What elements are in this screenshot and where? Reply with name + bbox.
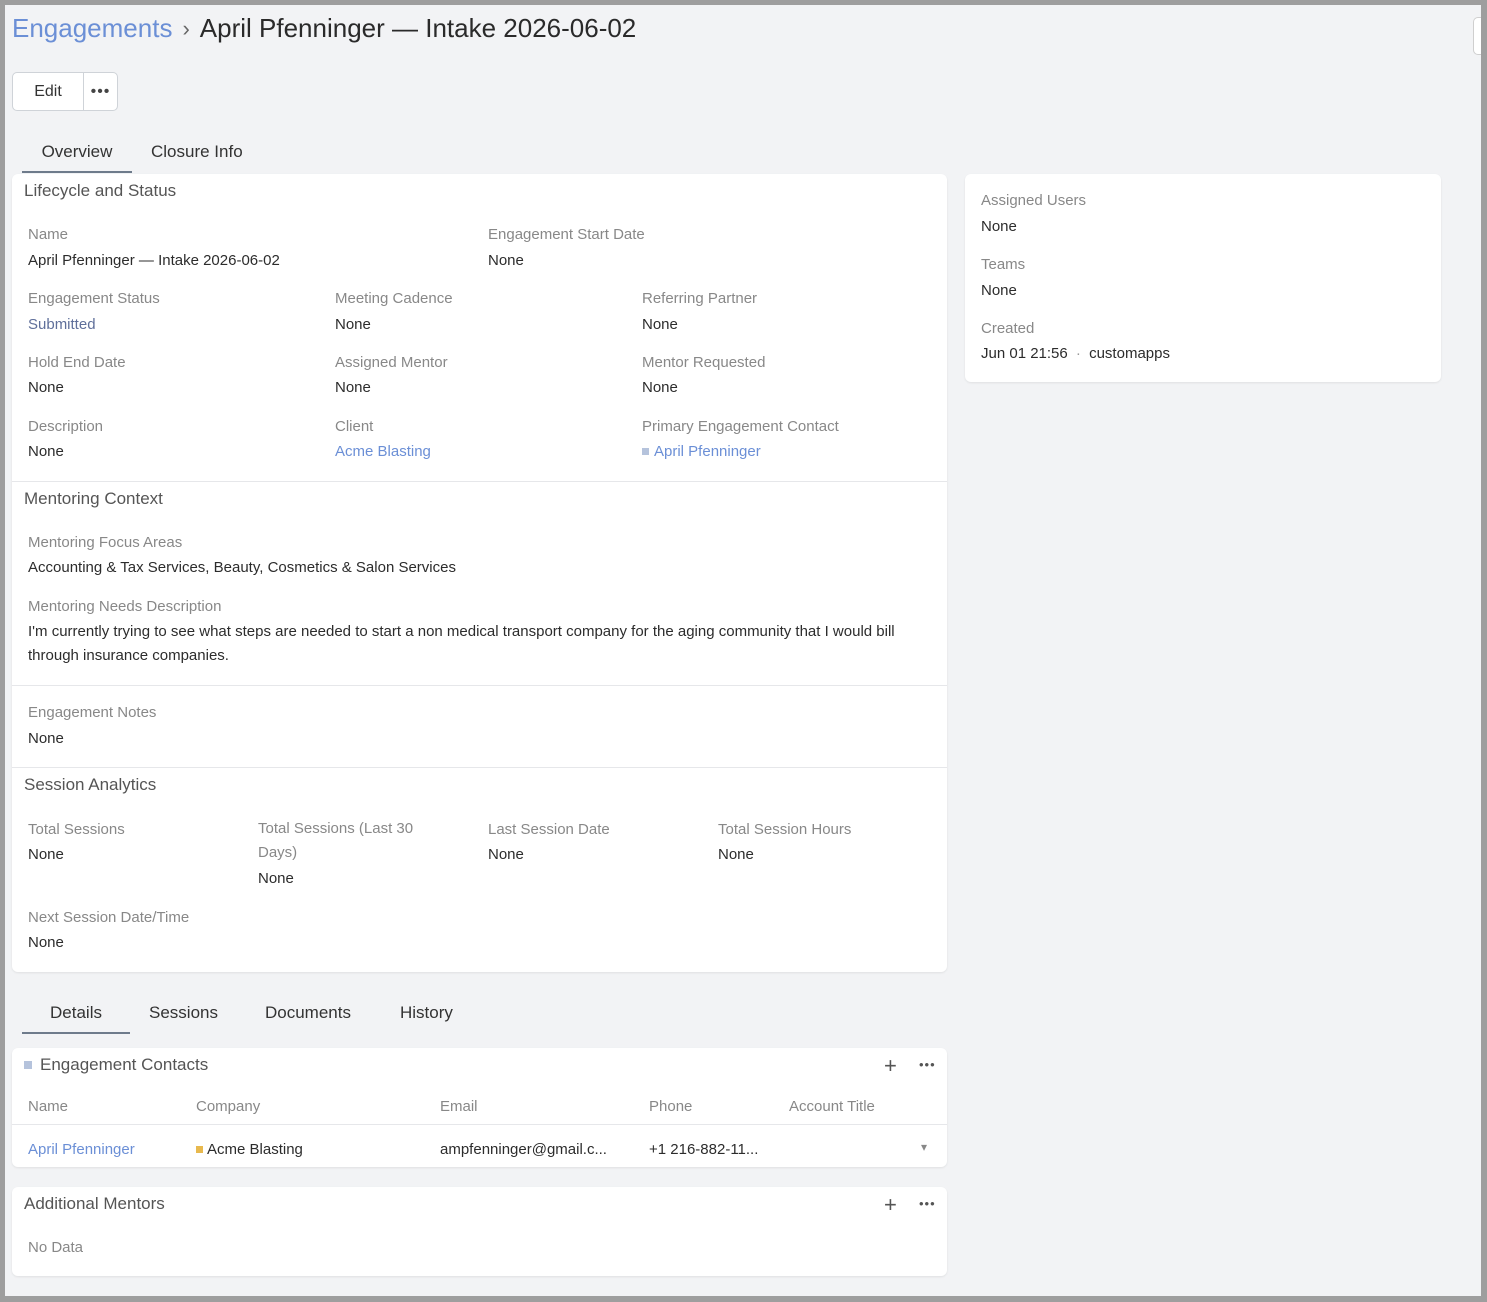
column-header-name[interactable]: Name [28, 1098, 68, 1115]
tab-overview[interactable]: Overview [22, 131, 132, 173]
referring-partner-label: Referring Partner [642, 290, 758, 307]
tab-details[interactable]: Details [22, 992, 130, 1034]
sessions-last-30-value: None [258, 870, 294, 887]
tab-history[interactable]: History [391, 992, 453, 1034]
page-title: April Pfenninger — Intake 2026-06-02 [199, 13, 637, 43]
teams-label: Teams [981, 256, 1026, 273]
ellipsis-icon: ••• [90, 82, 111, 100]
column-header-email[interactable]: Email [440, 1098, 478, 1115]
chevron-right-icon: › [182, 15, 190, 41]
tab-closure-info[interactable]: Closure Info [132, 131, 243, 173]
cadence-label: Meeting Cadence [335, 290, 453, 307]
breadcrumb-engagements-link[interactable]: Engagements [12, 13, 172, 44]
focus-areas-value: Accounting & Tax Services, Beauty, Cosme… [28, 559, 456, 576]
edit-button[interactable]: Edit [13, 73, 84, 110]
column-header-company[interactable]: Company [196, 1098, 260, 1115]
contact-company[interactable]: Acme Blasting [196, 1141, 303, 1158]
no-data-text: No Data [28, 1239, 84, 1256]
overview-card: Lifecycle and Status Name April Pfenning… [12, 174, 947, 972]
created-date: Jun 01 21:56 [981, 345, 1068, 362]
cadence-value: None [335, 316, 371, 333]
additional-mentors-panel: Additional Mentors + ••• No Data [12, 1187, 947, 1276]
primary-contact-label: Primary Engagement Contact [642, 418, 839, 435]
engagement-notes-label: Engagement Notes [28, 704, 157, 721]
breadcrumb: Engagements › April Pfenninger — Intake … [12, 13, 636, 44]
hold-end-date-value: None [28, 379, 64, 396]
sessions-last-30-label: Total Sessions (Last 30 Days) [258, 820, 414, 861]
divider [12, 1124, 947, 1125]
mentors-panel-title: Additional Mentors [24, 1194, 165, 1213]
contact-square-icon [642, 447, 649, 455]
created-by-user[interactable]: customapps [1089, 345, 1170, 362]
contacts-panel-title: Engagement Contacts [24, 1055, 208, 1075]
more-actions-button[interactable]: ••• [84, 73, 117, 110]
divider [12, 481, 947, 482]
next-session-value: None [28, 934, 64, 951]
action-button-group: Edit ••• [12, 72, 118, 111]
section-title-mentoring: Mentoring Context [24, 489, 163, 508]
assigned-mentor-label: Assigned Mentor [335, 354, 448, 371]
status-label: Engagement Status [28, 290, 160, 307]
assigned-users-value: None [981, 218, 1017, 235]
referring-partner-value: None [642, 316, 678, 333]
contact-name-link[interactable]: April Pfenninger [28, 1141, 135, 1158]
contact-company-name: Acme Blasting [207, 1141, 303, 1158]
mentors-more-icon[interactable]: ••• [919, 1196, 936, 1211]
description-value: None [28, 443, 64, 460]
focus-areas-label: Mentoring Focus Areas [28, 534, 183, 551]
column-header-phone[interactable]: Phone [649, 1098, 692, 1115]
section-title-lifecycle: Lifecycle and Status [24, 181, 177, 200]
engagement-contacts-panel: Engagement Contacts + ••• Name Company E… [12, 1048, 947, 1167]
contacts-more-icon[interactable]: ••• [919, 1057, 936, 1072]
assigned-mentor-value: None [335, 379, 371, 396]
client-link[interactable]: Acme Blasting [335, 443, 431, 460]
divider [12, 685, 947, 686]
contact-email: ampfenninger@gmail.c... [440, 1141, 607, 1158]
next-session-label: Next Session Date/Time [28, 909, 190, 926]
primary-contact-name: April Pfenninger [654, 443, 761, 460]
dot-separator: · [1075, 345, 1081, 362]
contacts-title-text: Engagement Contacts [40, 1055, 209, 1074]
needs-description-label: Mentoring Needs Description [28, 598, 222, 615]
record-meta-card: Assigned Users None Teams None Created J… [965, 174, 1441, 382]
description-label: Description [28, 418, 104, 435]
row-dropdown-caret-icon[interactable]: ▾ [921, 1140, 927, 1154]
contact-square-icon [24, 1060, 32, 1069]
mentor-requested-value: None [642, 379, 678, 396]
side-panel-toggle[interactable] [1473, 17, 1481, 55]
contact-phone: +1 216-882-11... [649, 1141, 759, 1158]
page: Engagements › April Pfenninger — Intake … [5, 5, 1481, 1296]
last-session-date-label: Last Session Date [488, 821, 610, 838]
last-session-date-value: None [488, 846, 524, 863]
engagement-notes-value: None [28, 730, 64, 747]
name-value: April Pfenninger — Intake 2026-06-02 [28, 252, 280, 269]
status-value: Submitted [28, 316, 96, 333]
client-label: Client [335, 418, 374, 435]
divider [12, 767, 947, 768]
created-value: Jun 01 21:56 · customapps [981, 345, 1170, 362]
start-date-value: None [488, 252, 524, 269]
needs-description-value: I'm currently trying to see what steps a… [28, 623, 895, 664]
created-label: Created [981, 320, 1035, 337]
mentor-requested-label: Mentor Requested [642, 354, 766, 371]
column-header-account-title[interactable]: Account Title [789, 1098, 875, 1115]
tab-documents[interactable]: Documents [257, 992, 391, 1034]
start-date-label: Engagement Start Date [488, 226, 645, 243]
top-tab-bar: Overview Closure Info [22, 131, 243, 173]
tab-sessions[interactable]: Sessions [130, 992, 257, 1034]
section-title-analytics: Session Analytics [24, 775, 157, 794]
assigned-users-label: Assigned Users [981, 192, 1087, 209]
name-label: Name [28, 226, 69, 243]
add-mentor-plus-icon[interactable]: + [884, 1192, 897, 1218]
add-contact-plus-icon[interactable]: + [884, 1053, 897, 1079]
company-square-icon [196, 1145, 203, 1153]
hold-end-date-label: Hold End Date [28, 354, 126, 371]
teams-value: None [981, 282, 1017, 299]
total-hours-value: None [718, 846, 754, 863]
primary-contact-link[interactable]: April Pfenninger [642, 443, 761, 460]
total-hours-label: Total Session Hours [718, 821, 852, 838]
bottom-tab-bar: Details Sessions Documents History [22, 992, 453, 1034]
total-sessions-value: None [28, 846, 64, 863]
total-sessions-label: Total Sessions [28, 821, 125, 838]
